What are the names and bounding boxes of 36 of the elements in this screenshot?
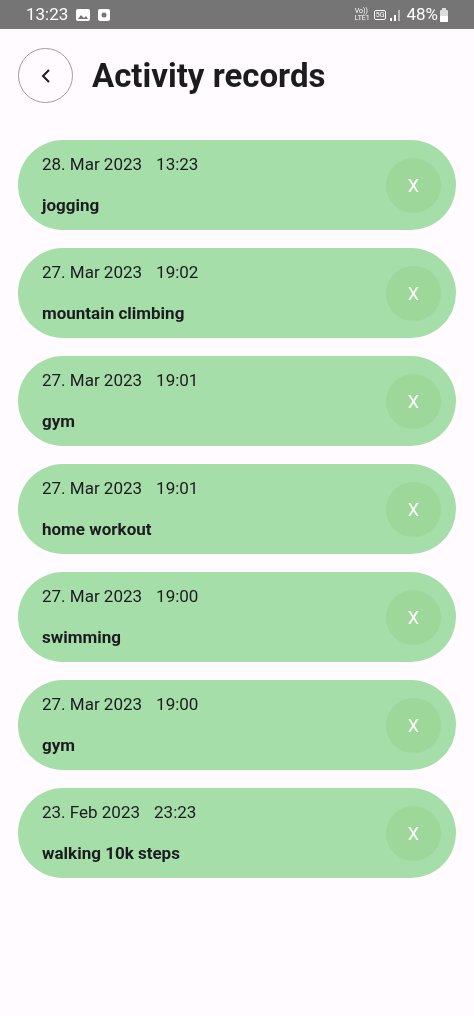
delete-button[interactable]: X xyxy=(386,697,441,753)
page-title: Activity records xyxy=(92,54,326,97)
record-time: 23:23 xyxy=(154,801,197,824)
activity-name: home workout xyxy=(42,517,153,541)
delete-button[interactable]: X xyxy=(386,373,441,429)
signal-icon xyxy=(390,8,403,21)
record-time: 19:01 xyxy=(156,369,199,392)
record-date: 28. Mar 2023 xyxy=(42,153,143,176)
record-date: 27. Mar 2023 xyxy=(42,477,143,500)
record-date: 23. Feb 2023 xyxy=(42,801,141,824)
activity-name: swimming xyxy=(42,625,122,649)
delete-button[interactable]: X xyxy=(386,157,441,213)
image-icon xyxy=(76,8,91,21)
back-icon xyxy=(40,67,51,84)
record-date: 27. Mar 2023 xyxy=(42,369,143,392)
battery-icon xyxy=(440,7,448,22)
record-time: 19:01 xyxy=(156,477,199,500)
record-date: 27. Mar 2023 xyxy=(42,585,143,608)
activity-name: gym xyxy=(42,409,76,433)
record-time: 19:02 xyxy=(156,261,199,284)
clock: 13:23 xyxy=(26,2,69,26)
record-time: 19:00 xyxy=(156,585,199,608)
record-date: 27. Mar 2023 xyxy=(42,693,143,716)
delete-button[interactable]: X xyxy=(386,265,441,321)
record-time: 19:00 xyxy=(156,693,199,716)
notification-icon xyxy=(98,8,111,21)
activity-name: mountain climbing xyxy=(42,301,186,325)
delete-button[interactable]: X xyxy=(386,589,441,645)
record-date: 27. Mar 2023 xyxy=(42,261,143,284)
delete-button[interactable]: X xyxy=(386,805,441,861)
activity-name: gym xyxy=(42,733,76,757)
delete-button[interactable]: X xyxy=(386,481,441,537)
activity-name: walking 10k steps xyxy=(42,841,181,865)
activity-name: jogging xyxy=(42,193,101,217)
record-time: 13:23 xyxy=(156,153,199,176)
battery-level: 48% xyxy=(406,2,438,26)
